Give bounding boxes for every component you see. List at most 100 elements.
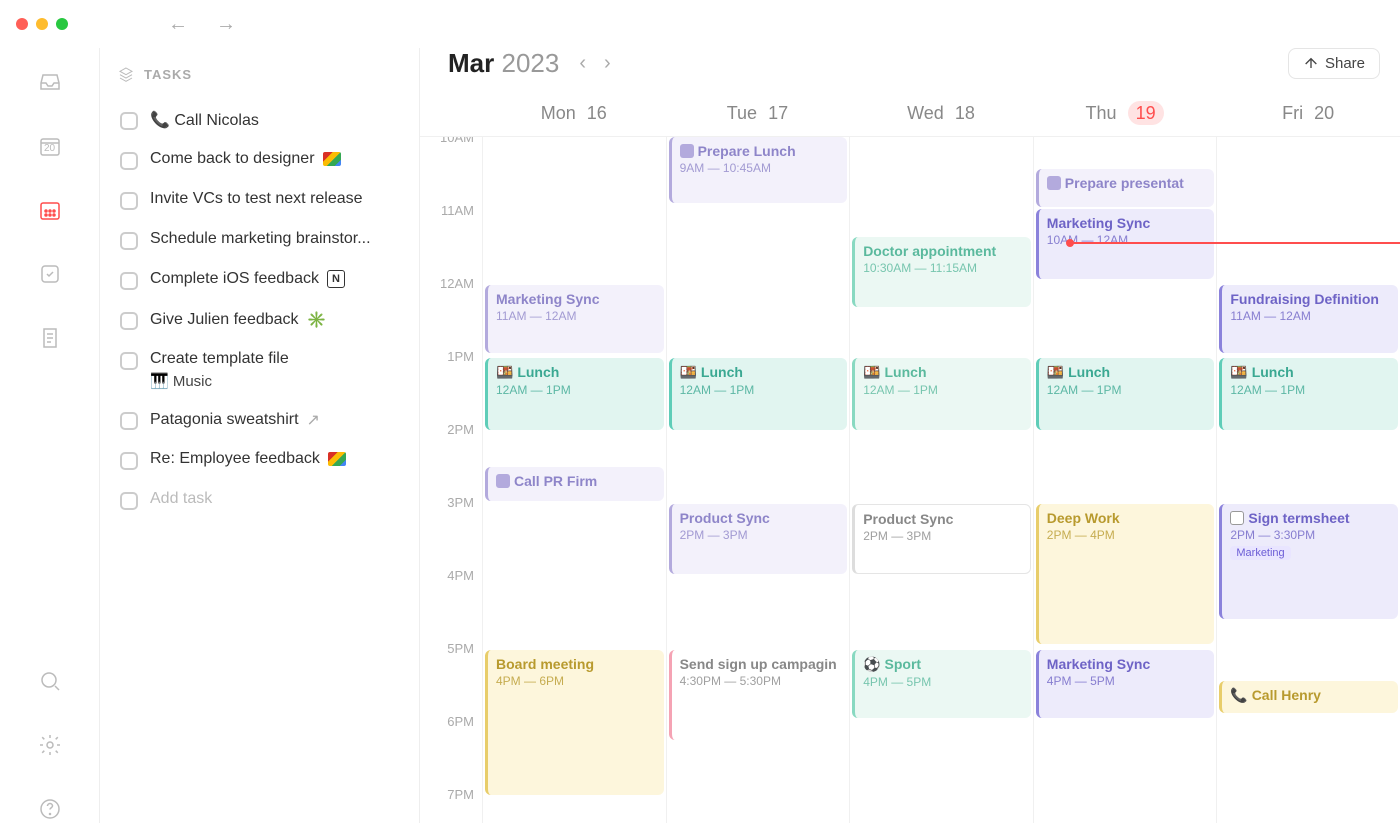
calendar-event[interactable]: 📞 Call Henry bbox=[1219, 681, 1398, 713]
calendar-event[interactable]: ⚽ Sport 4PM — 5PM bbox=[852, 650, 1031, 718]
day-column[interactable]: Fundraising Definition11AM — 12AM🍱 Lunch… bbox=[1216, 137, 1400, 823]
calendar-event[interactable]: Prepare Lunch9AM — 10:45AM bbox=[669, 137, 848, 203]
event-title: 🍱 Lunch bbox=[1047, 364, 1207, 381]
day-column-header[interactable]: Mon 16 bbox=[482, 91, 666, 136]
calendar-event[interactable]: 🍱 Lunch12AM — 1PM bbox=[485, 358, 664, 430]
event-title: 🍱 Lunch bbox=[1230, 364, 1390, 381]
calendar-event[interactable]: Marketing Sync10AM — 12AM bbox=[1036, 209, 1215, 279]
checkbox-done-icon bbox=[1047, 176, 1061, 190]
task-sublabel: 🎹 Music bbox=[150, 372, 289, 390]
search-icon[interactable] bbox=[36, 667, 64, 695]
day-column-header[interactable]: Tue 17 bbox=[666, 91, 850, 136]
date-icon[interactable]: 20 bbox=[36, 132, 64, 160]
event-title: Fundraising Definition bbox=[1230, 291, 1390, 307]
event-title: Prepare presentat bbox=[1047, 175, 1207, 191]
calendar-event[interactable]: 🍱 Lunch12AM — 1PM bbox=[852, 358, 1031, 430]
calendar-event[interactable]: Sign termsheet2PM — 3:30PMMarketing bbox=[1219, 504, 1398, 619]
checkbox-icon[interactable] bbox=[120, 352, 138, 370]
event-title: Marketing Sync bbox=[1047, 215, 1207, 231]
event-time: 10:30AM — 11:15AM bbox=[863, 261, 1023, 275]
checkbox-icon[interactable] bbox=[120, 112, 138, 130]
calendar-event[interactable]: Marketing Sync11AM — 12AM bbox=[485, 285, 664, 353]
task-item[interactable]: Come back to designer bbox=[118, 140, 411, 180]
day-column-header[interactable]: Thu 19 bbox=[1033, 91, 1217, 136]
task-item[interactable]: Schedule marketing brainstor... bbox=[118, 220, 411, 260]
day-column[interactable]: Marketing Sync11AM — 12AM🍱 Lunch12AM — 1… bbox=[482, 137, 666, 823]
event-title: 📞 Call Henry bbox=[1230, 687, 1390, 704]
day-column[interactable]: Doctor appointment10:30AM — 11:15AM 🍱 Lun… bbox=[849, 137, 1033, 823]
calendar-event[interactable]: Board meeting4PM — 6PM bbox=[485, 650, 664, 795]
event-title: Call PR Firm bbox=[496, 473, 656, 489]
hour-label: 11AM bbox=[420, 203, 482, 276]
calendar-event[interactable]: Product Sync2PM — 3PM bbox=[669, 504, 848, 574]
next-month-button[interactable]: › bbox=[604, 52, 611, 75]
todo-icon[interactable] bbox=[36, 260, 64, 288]
event-time: 12AM — 1PM bbox=[1230, 383, 1390, 397]
checkbox-icon[interactable] bbox=[1230, 511, 1244, 525]
checkbox-icon[interactable] bbox=[120, 492, 138, 510]
calendar-grid[interactable]: 10AM11AM12AM1PM2PM3PM4PM5PM6PM7PM Market… bbox=[420, 137, 1400, 823]
day-column-header[interactable]: Fri 20 bbox=[1216, 91, 1400, 136]
calendar-event[interactable]: Prepare presentat bbox=[1036, 169, 1215, 207]
nav-forward-button[interactable]: → bbox=[216, 13, 236, 36]
day-column-header[interactable]: Wed 18 bbox=[849, 91, 1033, 136]
now-indicator bbox=[1070, 242, 1400, 244]
close-window-icon[interactable] bbox=[16, 18, 28, 30]
checkbox-icon[interactable] bbox=[120, 232, 138, 250]
task-item[interactable]: 📞 Call Nicolas bbox=[118, 100, 411, 140]
calendar-event[interactable]: Product Sync2PM — 3PM bbox=[852, 504, 1031, 574]
day-column[interactable]: Prepare presentat Marketing Sync10AM — 12… bbox=[1033, 137, 1217, 823]
calendar-event[interactable]: Fundraising Definition11AM — 12AM bbox=[1219, 285, 1398, 353]
calendar-event[interactable]: Deep Work2PM — 4PM bbox=[1036, 504, 1215, 644]
day-column[interactable]: Prepare Lunch9AM — 10:45AM 🍱 Lunch12AM — … bbox=[666, 137, 850, 823]
notes-icon[interactable] bbox=[36, 324, 64, 352]
task-label: Give Julien feedback ✳️ bbox=[150, 310, 326, 330]
event-time: 12AM — 1PM bbox=[1047, 383, 1207, 397]
maximize-window-icon[interactable] bbox=[56, 18, 68, 30]
checkbox-icon[interactable] bbox=[120, 412, 138, 430]
checkbox-icon[interactable] bbox=[120, 192, 138, 210]
event-title: Prepare Lunch bbox=[680, 143, 840, 159]
minimize-window-icon[interactable] bbox=[36, 18, 48, 30]
calendar-event[interactable]: 🍱 Lunch 12AM — 1PM bbox=[1036, 358, 1215, 430]
calendar-icon[interactable] bbox=[36, 196, 64, 224]
task-item[interactable]: Give Julien feedback ✳️ bbox=[118, 300, 411, 340]
task-item[interactable]: Re: Employee feedback bbox=[118, 440, 411, 480]
add-task[interactable]: Add task bbox=[118, 480, 411, 520]
calendar-event[interactable]: Send sign up campagin4:30PM — 5:30PM bbox=[669, 650, 848, 740]
hour-label: 6PM bbox=[420, 714, 482, 787]
hour-label: 12AM bbox=[420, 276, 482, 349]
help-icon[interactable] bbox=[36, 795, 64, 823]
calendar-event[interactable]: Doctor appointment10:30AM — 11:15AM bbox=[852, 237, 1031, 307]
gmail-icon bbox=[328, 452, 346, 466]
prev-month-button[interactable]: ‹ bbox=[579, 52, 586, 75]
event-time: 4PM — 5PM bbox=[1047, 674, 1207, 688]
task-item[interactable]: Create template file 🎹 Music bbox=[118, 340, 411, 400]
task-label: Invite VCs to test next release bbox=[150, 190, 363, 208]
checkbox-icon[interactable] bbox=[120, 152, 138, 170]
checkbox-icon[interactable] bbox=[120, 272, 138, 290]
event-title: ⚽ Sport bbox=[863, 656, 1023, 673]
hour-label: 3PM bbox=[420, 495, 482, 568]
event-title: 🍱 Lunch bbox=[863, 364, 1023, 381]
task-item[interactable]: Complete iOS feedback N bbox=[118, 260, 411, 300]
settings-icon[interactable] bbox=[36, 731, 64, 759]
inbox-icon[interactable] bbox=[36, 68, 64, 96]
event-time: 2PM — 3PM bbox=[863, 529, 1022, 543]
calendar-event[interactable]: Call PR Firm bbox=[485, 467, 664, 501]
calendar-event[interactable]: Marketing Sync 4PM — 5PM bbox=[1036, 650, 1215, 718]
calendar-event[interactable]: 🍱 Lunch12AM — 1PM bbox=[669, 358, 848, 430]
hour-label: 2PM bbox=[420, 422, 482, 495]
nav-back-button[interactable]: ← bbox=[168, 13, 188, 36]
checkbox-icon[interactable] bbox=[120, 452, 138, 470]
calendar-event[interactable]: 🍱 Lunch 12AM — 1PM bbox=[1219, 358, 1398, 430]
tasks-heading: TASKS bbox=[118, 66, 411, 82]
event-title: Marketing Sync bbox=[1047, 656, 1207, 672]
window-controls[interactable] bbox=[16, 18, 68, 30]
share-button[interactable]: Share bbox=[1288, 48, 1380, 79]
task-item[interactable]: Invite VCs to test next release bbox=[118, 180, 411, 220]
layers-icon bbox=[118, 66, 134, 82]
checkbox-icon[interactable] bbox=[120, 312, 138, 330]
event-time: 4PM — 5PM bbox=[863, 675, 1023, 689]
task-item[interactable]: Patagonia sweatshirt ↗ bbox=[118, 400, 411, 440]
